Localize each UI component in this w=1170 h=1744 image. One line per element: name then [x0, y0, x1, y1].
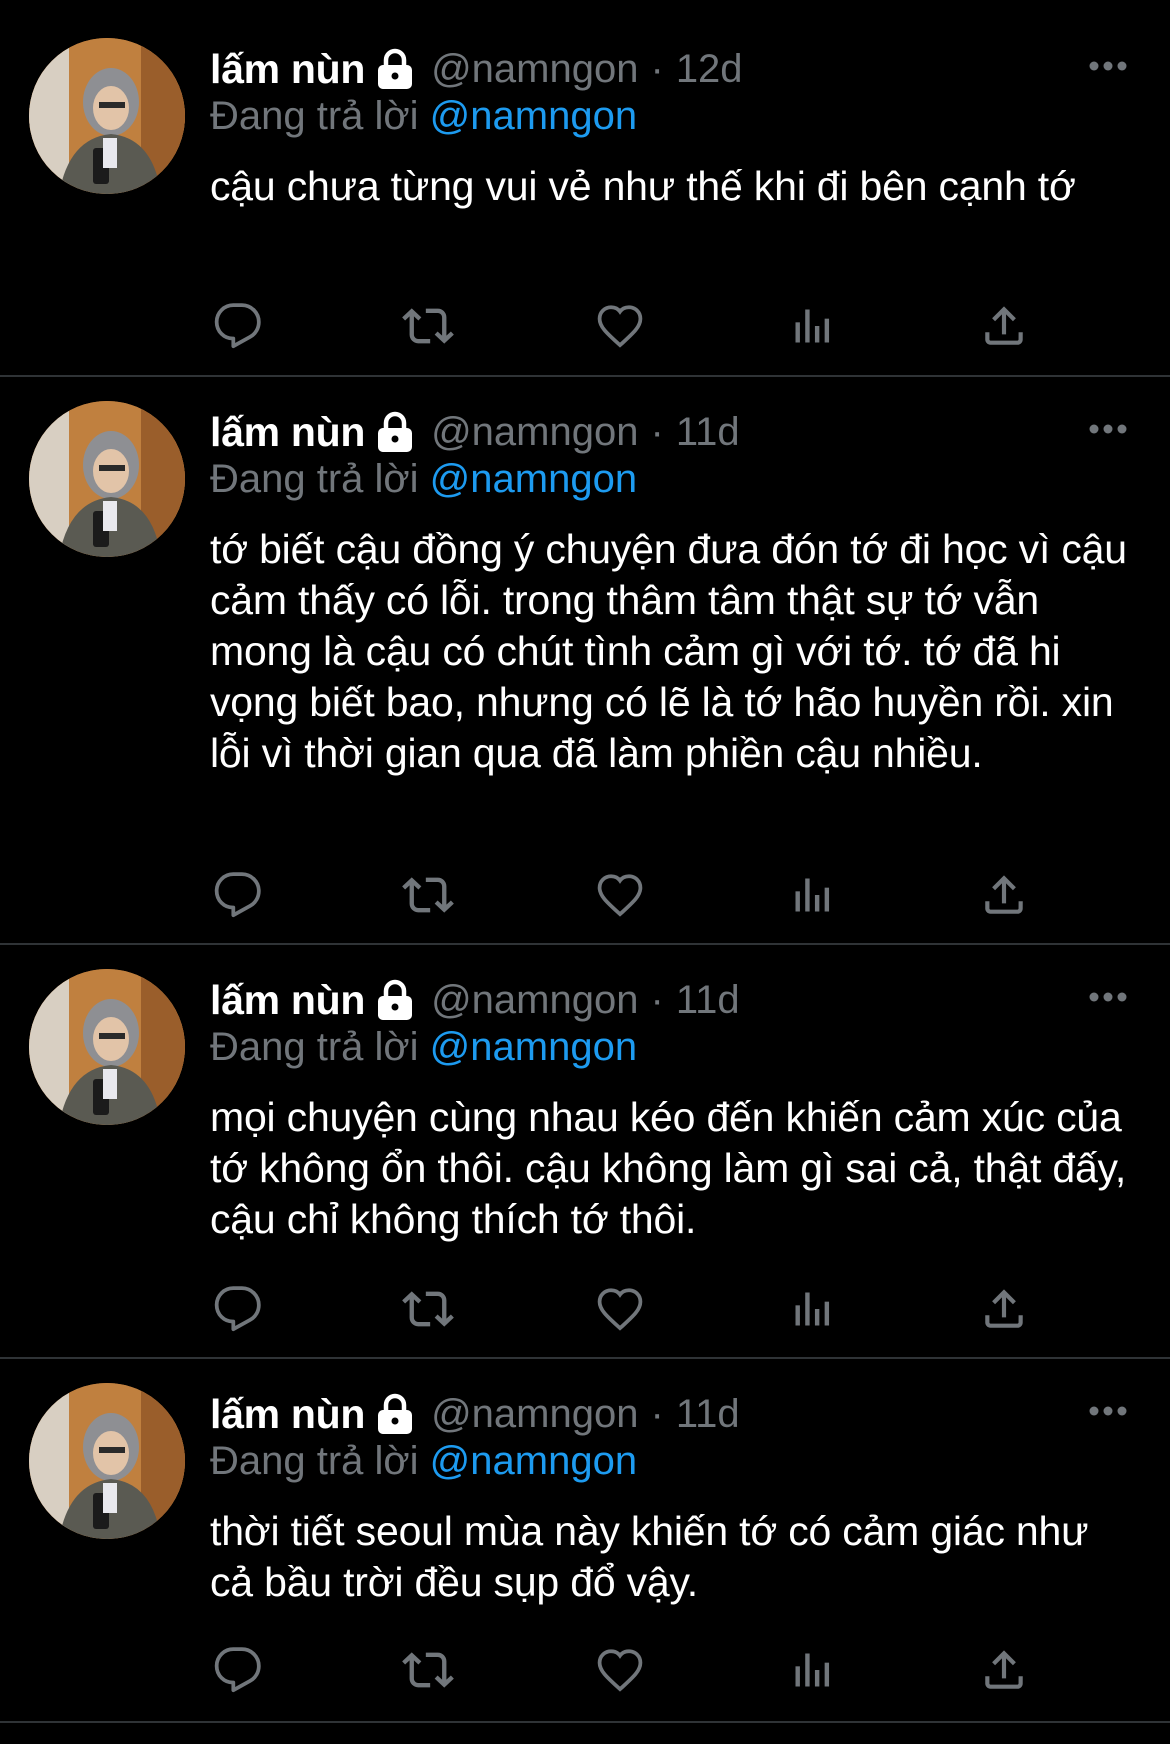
mention-link[interactable]: @namngon — [430, 94, 637, 138]
tweet[interactable]: lấm nùn @namngon · 12d Đang trả lời @nam… — [0, 0, 1170, 376]
display-name[interactable]: lấm nùn — [210, 46, 365, 93]
retweet-icon[interactable] — [402, 300, 454, 352]
share-icon[interactable] — [978, 1644, 1030, 1696]
replying-to-label: Đang trả lời — [210, 1025, 419, 1069]
replying-to: Đang trả lời @namngon — [210, 457, 637, 502]
tweet-text: cậu chưa từng vui vẻ như thế khi đi bên … — [210, 163, 1076, 209]
display-name[interactable]: lấm nùn — [210, 977, 365, 1024]
replying-to-label: Đang trả lời — [210, 1439, 419, 1483]
views-icon[interactable] — [786, 1283, 838, 1335]
display-name[interactable]: lấm nùn — [210, 409, 365, 456]
avatar-photo — [29, 38, 185, 194]
mention-link[interactable]: @namngon — [430, 1025, 637, 1069]
retweet-icon[interactable] — [402, 1283, 454, 1335]
lock-icon — [375, 1392, 415, 1436]
replying-to-label: Đang trả lời — [210, 457, 419, 501]
handle[interactable]: @namngon — [431, 410, 638, 455]
action-bar — [210, 869, 1030, 921]
timestamp[interactable]: 11d — [676, 1392, 740, 1437]
tweet-divider — [0, 1721, 1170, 1723]
more-horizontal-icon[interactable] — [1086, 1391, 1130, 1431]
like-icon[interactable] — [594, 869, 646, 921]
avatar-photo — [29, 969, 185, 1125]
lock-icon — [375, 47, 415, 91]
like-icon[interactable] — [594, 1283, 646, 1335]
action-bar — [210, 1283, 1030, 1335]
more-horizontal-icon[interactable] — [1086, 409, 1130, 449]
reply-icon[interactable] — [212, 1644, 264, 1696]
avatar[interactable] — [29, 969, 185, 1125]
reply-icon[interactable] — [212, 1283, 264, 1335]
timestamp[interactable]: 11d — [676, 410, 740, 455]
reply-icon[interactable] — [212, 869, 264, 921]
separator-dot: · — [650, 409, 664, 454]
avatar[interactable] — [29, 401, 185, 557]
action-bar — [210, 1644, 1030, 1696]
action-bar — [210, 300, 1030, 352]
separator-dot: · — [650, 1391, 664, 1436]
replying-to: Đang trả lời @namngon — [210, 94, 637, 139]
views-icon[interactable] — [786, 1644, 838, 1696]
mention-link[interactable]: @namngon — [430, 457, 637, 501]
tweet-text: mọi chuyện cùng nhau kéo đến khiến cảm x… — [210, 1094, 1127, 1242]
reply-icon[interactable] — [212, 300, 264, 352]
tweet-text: tớ biết cậu đồng ý chuyện đưa đón tớ đi … — [210, 526, 1127, 776]
more-horizontal-icon[interactable] — [1086, 977, 1130, 1017]
views-icon[interactable] — [786, 869, 838, 921]
avatar-photo — [29, 401, 185, 557]
lock-icon — [375, 978, 415, 1022]
lock-icon — [375, 410, 415, 454]
share-icon[interactable] — [978, 300, 1030, 352]
tweet[interactable]: lấm nùn @namngon · 11d Đang trả lời @nam… — [0, 945, 1170, 1357]
avatar-photo — [29, 1383, 185, 1539]
handle[interactable]: @namngon — [431, 47, 638, 92]
handle[interactable]: @namngon — [431, 1392, 638, 1437]
replying-to: Đang trả lời @namngon — [210, 1439, 637, 1484]
tweet[interactable]: lấm nùn @namngon · 11d Đang trả lời @nam… — [0, 1359, 1170, 1721]
timestamp[interactable]: 12d — [676, 47, 743, 92]
like-icon[interactable] — [594, 1644, 646, 1696]
replying-to-label: Đang trả lời — [210, 94, 419, 138]
retweet-icon[interactable] — [402, 869, 454, 921]
avatar[interactable] — [29, 1383, 185, 1539]
views-icon[interactable] — [786, 300, 838, 352]
timestamp[interactable]: 11d — [676, 978, 740, 1023]
separator-dot: · — [650, 977, 664, 1022]
handle[interactable]: @namngon — [431, 978, 638, 1023]
tweet[interactable]: lấm nùn @namngon · 11d Đang trả lời @nam… — [0, 377, 1170, 943]
retweet-icon[interactable] — [402, 1644, 454, 1696]
share-icon[interactable] — [978, 869, 1030, 921]
like-icon[interactable] — [594, 300, 646, 352]
mention-link[interactable]: @namngon — [430, 1439, 637, 1483]
replying-to: Đang trả lời @namngon — [210, 1025, 637, 1070]
display-name[interactable]: lấm nùn — [210, 1391, 365, 1438]
tweet-text: thời tiết seoul mùa này khiến tớ có cảm … — [210, 1508, 1089, 1605]
more-horizontal-icon[interactable] — [1086, 46, 1130, 86]
avatar[interactable] — [29, 38, 185, 194]
share-icon[interactable] — [978, 1283, 1030, 1335]
separator-dot: · — [650, 46, 664, 91]
